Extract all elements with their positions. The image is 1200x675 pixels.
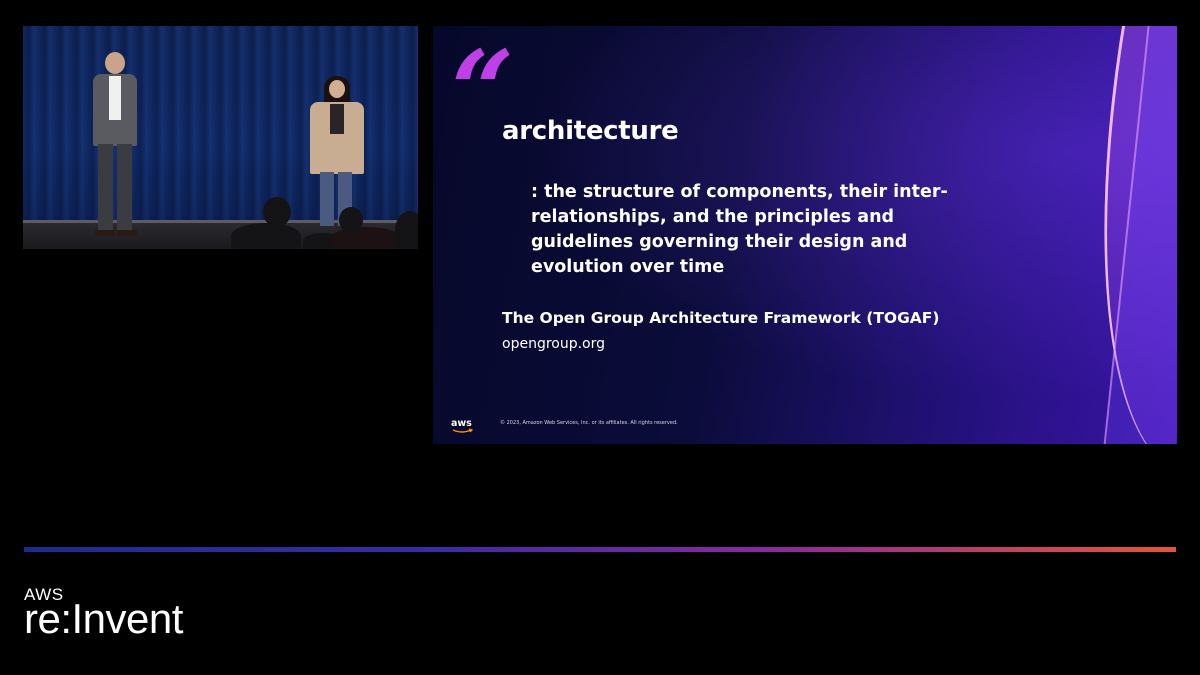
presenter-male: [85, 52, 145, 237]
audience-silhouette: [263, 197, 291, 227]
presentation-stage: “ architecture : the structure of compon…: [0, 0, 1200, 675]
slide-term: architecture: [502, 116, 679, 146]
aws-logo-icon: aws: [451, 418, 475, 434]
presenter-video-feed: [23, 26, 418, 249]
presentation-slide: “ architecture : the structure of compon…: [433, 26, 1177, 444]
brand-gradient-rule: [24, 547, 1176, 552]
slide-source-url: opengroup.org: [502, 336, 606, 352]
slide-source: The Open Group Architecture Framework (T…: [502, 309, 940, 327]
audience-silhouette: [231, 223, 301, 249]
audience-silhouette: [339, 207, 363, 233]
slide-definition: : the structure of components, their int…: [531, 182, 948, 277]
slide-copyright: © 2023, Amazon Web Services, Inc. or its…: [500, 420, 678, 426]
aws-smile-icon: [452, 428, 474, 433]
audience-silhouette: [331, 227, 401, 249]
audience-silhouette: [395, 211, 418, 249]
brand-event-name: re:Invent: [24, 595, 183, 642]
